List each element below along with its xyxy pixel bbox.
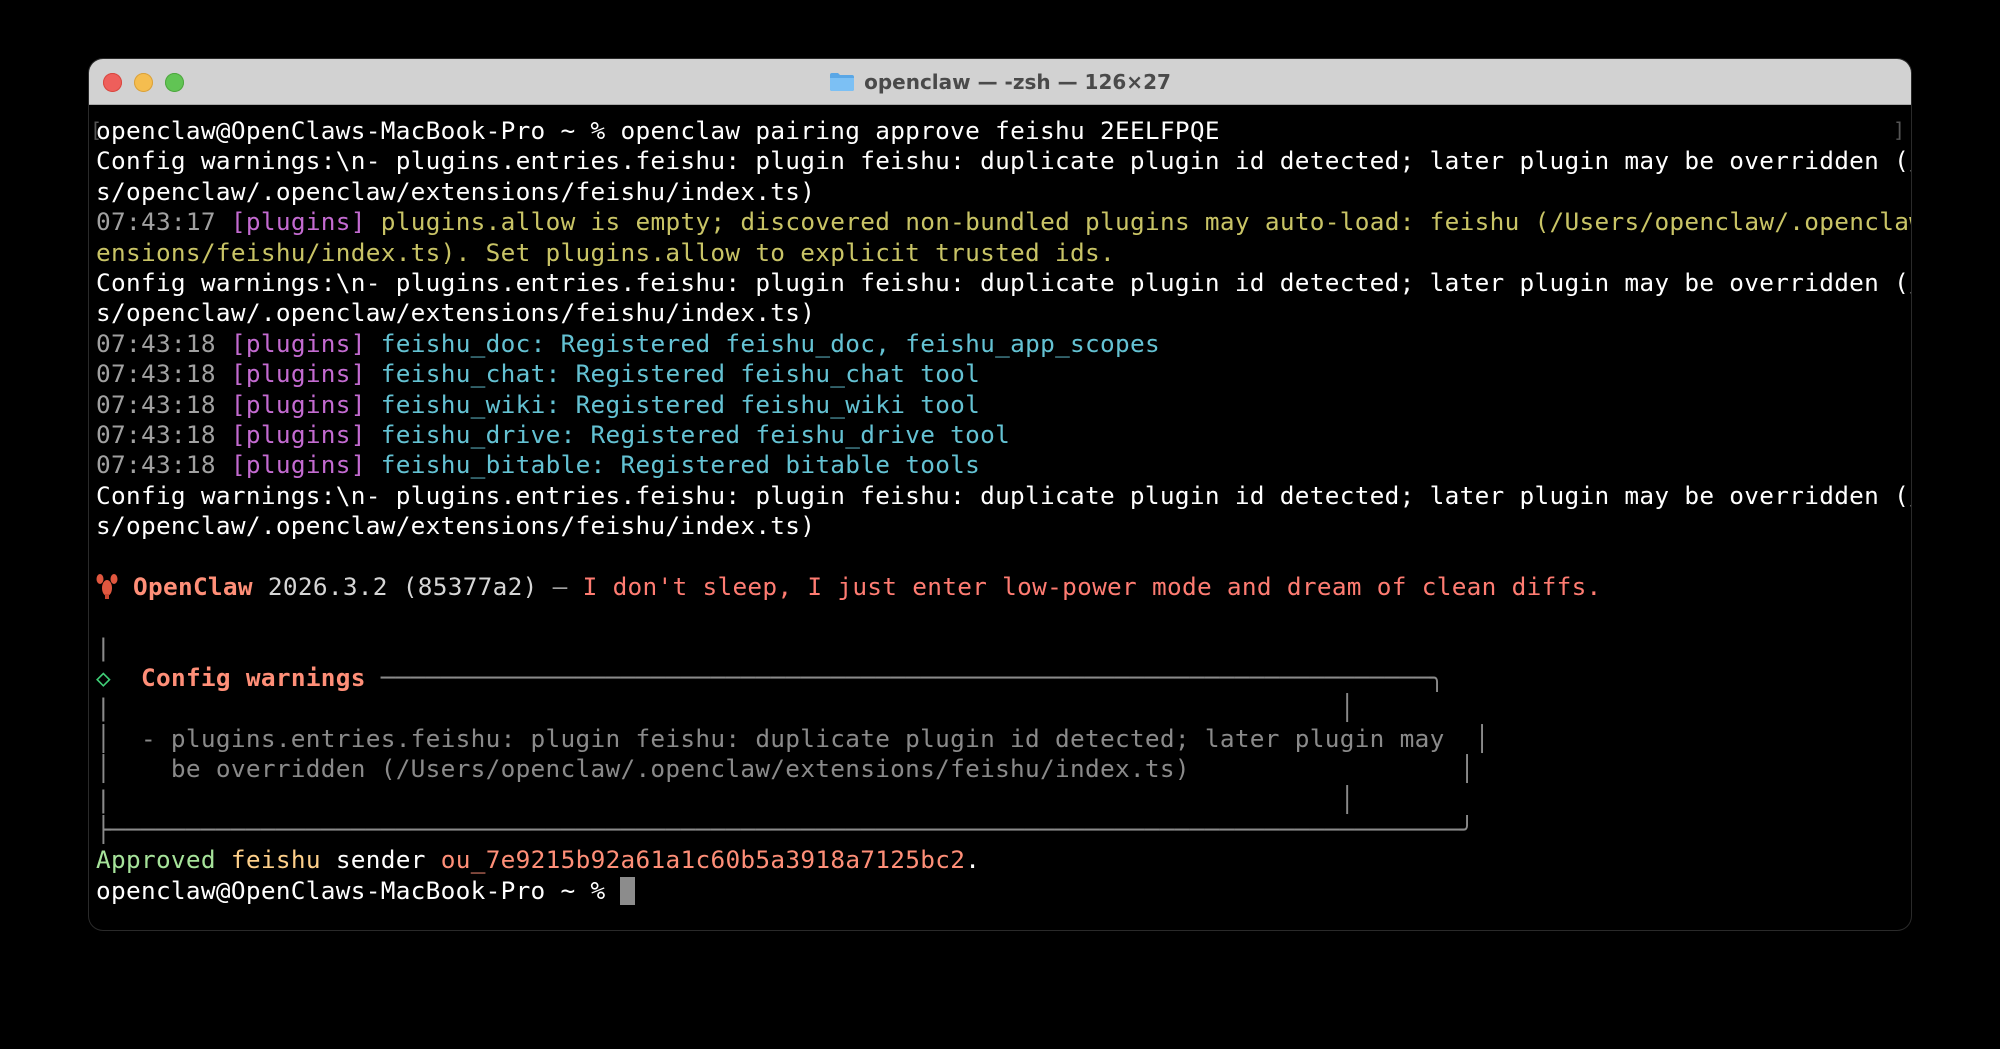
log-tag: [plugins] — [230, 450, 366, 480]
panel-header: ◇ Config warnings ──────────────────────… — [96, 663, 1911, 693]
log-time: 07:43:18 — [96, 359, 216, 389]
log-message: feishu_drive: Registered feishu_drive to… — [380, 419, 1011, 449]
panel-bottom-rule: ├───────────────────────────────────────… — [96, 814, 1475, 844]
config-warning-line-cont: s/openclaw/.openclaw/extensions/feishu/i… — [96, 176, 816, 206]
panel-top-rule: ────────────────────────────────────────… — [365, 663, 1445, 693]
log-message-cont: ensions/feishu/index.ts). Set plugins.al… — [96, 237, 1115, 267]
config-warning-line: Config warnings:\n- plugins.entries.feis… — [96, 480, 1911, 510]
log-time: 07:43:18 — [96, 419, 216, 449]
terminal-content[interactable]: [ ] openclaw@OpenClaws-MacBook-Pro ~ % o… — [90, 116, 1911, 930]
window-title: openclaw — -zsh — 126×27 — [864, 69, 1171, 94]
folder-icon — [829, 71, 855, 92]
log-line: 07:43:18 [plugins] feishu_bitable: Regis… — [96, 450, 1911, 480]
log-message: feishu_doc: Registered feishu_doc, feish… — [380, 328, 1160, 358]
mark-right: ] — [1892, 118, 1905, 142]
banner-version: 2026.3.2 (85377a2) — [267, 571, 538, 601]
title-bar[interactable]: openclaw — -zsh — 126×27 — [89, 59, 1911, 105]
banner-dash: — — [537, 571, 583, 601]
log-message: feishu_chat: Registered feishu_chat tool — [380, 359, 981, 389]
prompt: openclaw@OpenClaws-MacBook-Pro ~ % — [96, 116, 621, 145]
approved-sender-label: sender — [335, 845, 426, 875]
approved-line: Approved feishu sender ou_7e9215b92a61a1… — [96, 845, 1911, 875]
panel-blank-row: | │ — [96, 693, 1355, 723]
log-line: 07:43:18 [plugins] feishu_drive: Registe… — [96, 420, 1911, 450]
panel-warning-line-cont: │ be overridden (/Users/openclaw/.opencl… — [96, 754, 1475, 784]
log-tag: [plugins] — [230, 419, 366, 449]
log-message: feishu_bitable: Registered bitable tools — [380, 450, 981, 480]
final-prompt-line[interactable]: openclaw@OpenClaws-MacBook-Pro ~ % — [96, 876, 1911, 906]
panel-blank-row: | │ — [96, 784, 1355, 814]
banner-tagline: I don't sleep, I just enter low-power mo… — [582, 571, 1602, 601]
config-warning-line-cont: s/openclaw/.openclaw/extensions/feishu/i… — [96, 511, 816, 541]
config-warning-line-cont: s/openclaw/.openclaw/extensions/feishu/i… — [96, 298, 816, 328]
panel-bar: | — [96, 632, 111, 662]
lobster-icon — [96, 573, 118, 599]
approved-word: Approved — [96, 845, 216, 875]
log-tag: [plugins] — [230, 207, 366, 237]
command-line: openclaw@OpenClaws-MacBook-Pro ~ % openc… — [96, 116, 1911, 146]
prompt: openclaw@OpenClaws-MacBook-Pro ~ % — [96, 875, 621, 905]
log-tag: [plugins] — [230, 359, 366, 389]
panel-title: Config warnings — [140, 663, 366, 693]
mark-left: [ — [90, 118, 103, 142]
log-message: feishu_wiki: Registered feishu_wiki tool — [380, 389, 981, 419]
diamond-icon: ◇ — [96, 663, 111, 693]
approved-period: . — [965, 845, 981, 875]
config-warning-line: Config warnings:\n- plugins.entries.feis… — [96, 267, 1911, 297]
log-line: 07:43:18 [plugins] feishu_chat: Register… — [96, 359, 1911, 389]
panel-warning-line: │ - plugins.entries.feishu: plugin feish… — [96, 723, 1490, 753]
command: openclaw pairing approve feishu 2EELFPQE — [620, 116, 1220, 145]
log-line: 07:43:17 [plugins] plugins.allow is empt… — [96, 207, 1911, 237]
log-line: 07:43:18 [plugins] feishu_wiki: Register… — [96, 390, 1911, 420]
window-title-area: openclaw — -zsh — 126×27 — [89, 59, 1911, 104]
log-tag: [plugins] — [230, 328, 366, 358]
log-time: 07:43:17 — [96, 207, 216, 237]
log-time: 07:43:18 — [96, 389, 216, 419]
log-time: 07:43:18 — [96, 328, 216, 358]
text-cursor[interactable] — [620, 876, 636, 905]
log-line: 07:43:18 [plugins] feishu_doc: Registere… — [96, 329, 1911, 359]
banner-name: OpenClaw — [133, 571, 253, 601]
approved-channel: feishu — [230, 845, 321, 875]
banner-line: OpenClaw 2026.3.2 (85377a2) — I don't sl… — [96, 572, 1911, 602]
approved-sender-id: ou_7e9215b92a61a1c60b5a3918a7125bc2 — [440, 845, 966, 875]
config-warning-line: Config warnings:\n- plugins.entries.feis… — [96, 146, 1911, 176]
log-tag: [plugins] — [230, 389, 366, 419]
log-message: plugins.allow is empty; discovered non-b… — [380, 207, 1911, 237]
log-time: 07:43:18 — [96, 450, 216, 480]
terminal-window: openclaw — -zsh — 126×27 [ ] openclaw@Op… — [89, 59, 1911, 930]
